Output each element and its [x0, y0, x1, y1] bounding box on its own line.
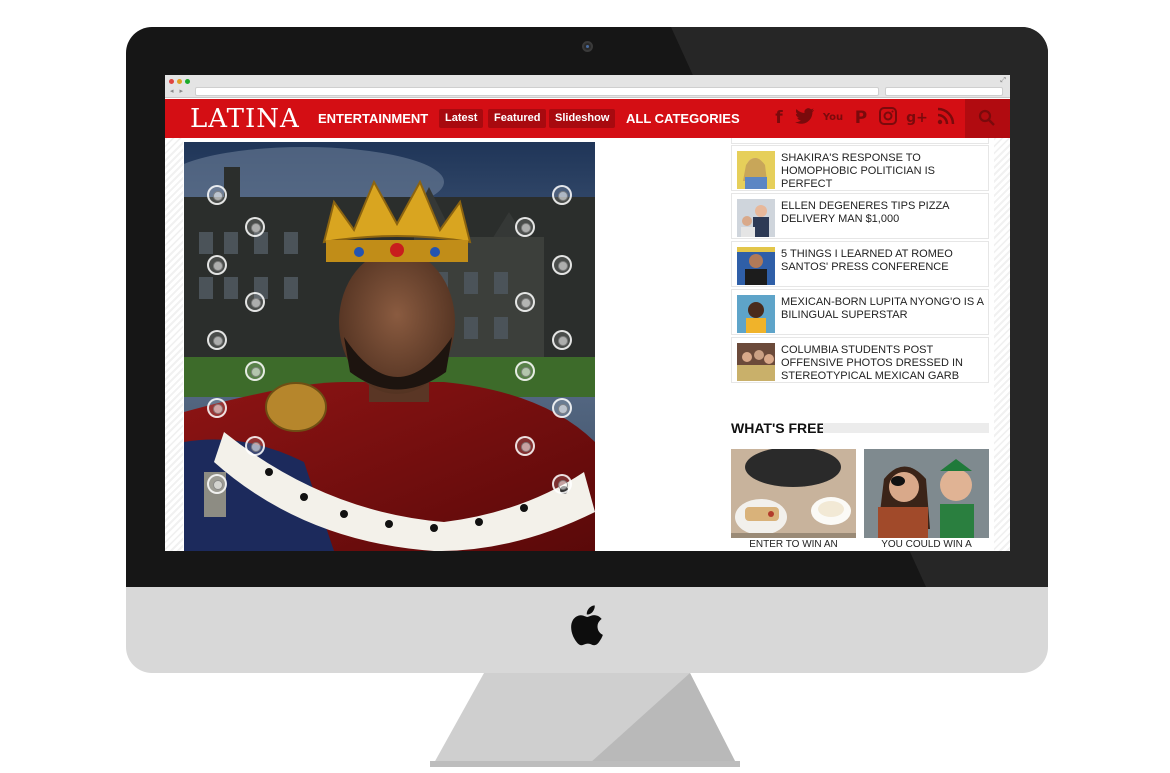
story-thumbnail — [737, 343, 775, 381]
hotspot-button[interactable] — [515, 217, 535, 237]
hotspot-button[interactable] — [552, 474, 572, 494]
youtube-icon[interactable]: You — [822, 107, 844, 129]
right-gutter — [994, 138, 1010, 551]
story-title: COLUMBIA STUDENTS POST OFFENSIVE PHOTOS … — [781, 344, 963, 382]
story-thumbnail — [737, 151, 775, 189]
king-portrait-illustration — [184, 142, 595, 551]
nav-all-categories[interactable]: ALL CATEGORIES — [626, 99, 740, 138]
giveaway-caption: YOU COULD WIN A — [881, 539, 972, 550]
hotspot-button[interactable] — [245, 217, 265, 237]
story-thumbnail — [737, 199, 775, 237]
list-top-edge — [731, 138, 989, 144]
hotspot-button[interactable] — [552, 398, 572, 418]
hotspot-button[interactable] — [515, 361, 535, 381]
hotspot-button[interactable] — [515, 436, 535, 456]
section-title: WHAT'S FREE — [731, 420, 826, 436]
back-forward-icon[interactable]: ◂ ▸ — [170, 87, 185, 95]
giveaway-image — [731, 449, 856, 538]
instagram-icon[interactable] — [877, 107, 899, 129]
hotspot-button[interactable] — [552, 255, 572, 275]
hotspot-button[interactable] — [245, 361, 265, 381]
pinterest-icon[interactable]: P — [850, 107, 872, 129]
nav-pill-slideshow[interactable]: Slideshow — [549, 109, 616, 128]
browser-screen: ◂ ▸ ⤢ LATINA ENTERTAINMENT Latest Featur… — [165, 75, 1010, 551]
rss-icon[interactable] — [935, 107, 957, 129]
page-content: SHAKIRA'S RESPONSE TO HOMOPHOBIC POLITIC… — [165, 138, 1010, 551]
list-item[interactable]: 5 THINGS I LEARNED AT ROMEO SANTOS' PRES… — [731, 241, 989, 287]
address-bar[interactable] — [195, 87, 879, 96]
story-title: ELLEN DEGENERES TIPS PIZZA DELIVERY MAN … — [781, 200, 949, 225]
site-logo[interactable]: LATINA — [190, 103, 300, 135]
list-item[interactable]: MEXICAN-BORN LUPITA NYONG'O IS A BILINGU… — [731, 289, 989, 335]
hotspot-button[interactable] — [207, 185, 227, 205]
hotspot-button[interactable] — [552, 330, 572, 350]
apple-logo-icon — [571, 605, 603, 646]
story-thumbnail — [737, 295, 775, 333]
hotspot-button[interactable] — [245, 436, 265, 456]
hotspot-button[interactable] — [515, 292, 535, 312]
search-icon — [978, 109, 995, 126]
minimize-window-button[interactable] — [177, 79, 182, 84]
site-header: LATINA ENTERTAINMENT Latest Featured Sli… — [165, 99, 1010, 138]
giveaway-card[interactable]: ENTER TO WIN AN — [731, 449, 856, 551]
hotspot-button[interactable] — [207, 255, 227, 275]
nav-pill-featured[interactable]: Featured — [488, 109, 547, 128]
fullscreen-icon[interactable]: ⤢ — [1000, 77, 1006, 85]
facebook-icon[interactable]: f — [768, 107, 790, 129]
list-item[interactable]: SHAKIRA'S RESPONSE TO HOMOPHOBIC POLITIC… — [731, 145, 989, 191]
giveaway-card[interactable]: YOU COULD WIN A — [864, 449, 989, 551]
story-title: SHAKIRA'S RESPONSE TO HOMOPHOBIC POLITIC… — [781, 152, 936, 190]
close-window-button[interactable] — [169, 79, 174, 84]
site-search-button[interactable] — [965, 99, 1010, 138]
giveaway-image — [864, 449, 989, 538]
left-gutter — [165, 138, 183, 551]
google-plus-icon[interactable]: g+ — [906, 107, 928, 129]
story-title: MEXICAN-BORN LUPITA NYONG'O IS A BILINGU… — [781, 296, 984, 321]
list-item[interactable]: COLUMBIA STUDENTS POST OFFENSIVE PHOTOS … — [731, 337, 989, 383]
browser-toolbar: ◂ ▸ ⤢ — [165, 75, 1010, 98]
list-item[interactable]: ELLEN DEGENERES TIPS PIZZA DELIVERY MAN … — [731, 193, 989, 239]
hero-image[interactable] — [184, 142, 595, 551]
twitter-icon[interactable] — [794, 107, 816, 129]
whats-free-header: WHAT'S FREE — [731, 421, 989, 435]
giveaway-caption: ENTER TO WIN AN — [749, 539, 838, 550]
browser-search-field[interactable] — [885, 87, 1003, 96]
hotspot-button[interactable] — [207, 398, 227, 418]
webcam-icon — [582, 41, 593, 52]
story-thumbnail — [737, 247, 775, 285]
monitor-stand — [430, 673, 740, 767]
hotspot-button[interactable] — [552, 185, 572, 205]
nav-pill-latest[interactable]: Latest — [439, 109, 484, 128]
story-title: 5 THINGS I LEARNED AT ROMEO SANTOS' PRES… — [781, 248, 953, 273]
maximize-window-button[interactable] — [185, 79, 190, 84]
section-rule — [823, 423, 989, 433]
hotspot-button[interactable] — [207, 474, 227, 494]
nav-entertainment[interactable]: ENTERTAINMENT — [318, 99, 428, 138]
hotspot-button[interactable] — [207, 330, 227, 350]
hotspot-button[interactable] — [245, 292, 265, 312]
